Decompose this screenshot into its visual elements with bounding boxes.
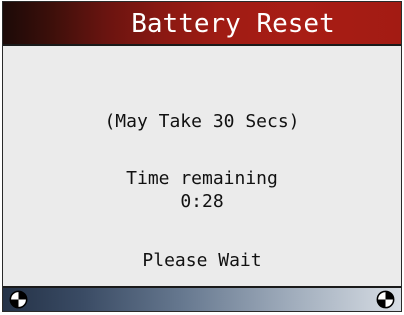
title-bar: Battery Reset [3, 2, 401, 46]
time-remaining-label: Time remaining [126, 168, 278, 189]
content-area: (May Take 30 Secs) Time remaining 0:28 P… [3, 46, 401, 287]
left-circle-quadrant-icon[interactable] [9, 290, 28, 309]
duration-note: (May Take 30 Secs) [104, 111, 300, 132]
device-screen: Battery Reset (May Take 30 Secs) Time re… [2, 1, 402, 312]
right-circle-quadrant-icon[interactable] [376, 290, 395, 309]
screen-title: Battery Reset [131, 9, 335, 39]
bottom-bar [3, 286, 401, 311]
time-remaining-value: 0:28 [180, 191, 224, 212]
status-message: Please Wait [142, 250, 262, 271]
